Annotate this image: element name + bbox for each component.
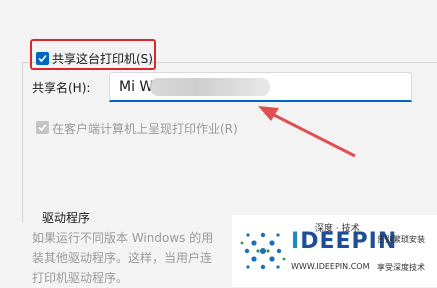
ideepin-logo-icon bbox=[240, 232, 286, 270]
drivers-line: 打印机驱动程序。 bbox=[32, 271, 129, 285]
drivers-line: 装其他驱动程序。这样，当用户连 bbox=[32, 251, 213, 265]
drivers-line: 如果运行不同版本 Windows 的用 bbox=[32, 231, 214, 245]
watermark-brand-i: I bbox=[291, 229, 301, 254]
watermark-slogan-2: 享受深度技术 bbox=[377, 263, 425, 272]
drivers-description: 如果运行不同版本 Windows 的用 装其他驱动程序。这样，当用户连 打印机驱… bbox=[32, 228, 213, 288]
watermark-url: WWW.IDEEPIN.COM bbox=[291, 262, 370, 271]
watermark-slogan-1: 告别繁琐安装 bbox=[377, 235, 425, 244]
drivers-heading: 驱动程序 bbox=[42, 211, 91, 225]
